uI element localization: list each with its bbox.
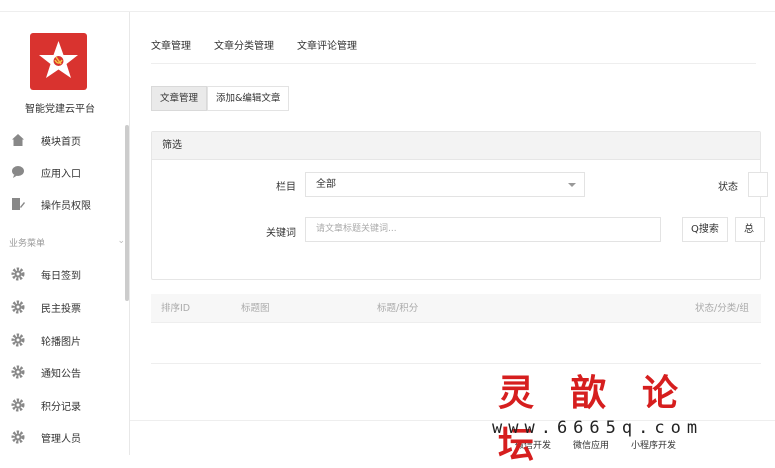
col-sort-id[interactable]: 排序ID	[161, 294, 190, 323]
sidebar-item-label: 积分记录	[41, 401, 81, 413]
section-business-menu[interactable]: 业务菜单 ⌄	[9, 236, 125, 249]
party-logo-icon	[30, 33, 87, 90]
sidebar-item-label: 民主投票	[41, 303, 81, 315]
chevron-down-icon	[568, 183, 576, 187]
sidebar-item-democratic-vote[interactable]: 民主投票	[0, 292, 125, 322]
tab-article-category-management[interactable]: 文章分类管理	[214, 36, 274, 63]
table-header: 排序ID 标题图 标题/积分 状态/分类/组	[151, 294, 761, 323]
gear-icon	[11, 365, 25, 379]
sidebar-item-points-log[interactable]: 积分记录	[0, 390, 125, 420]
subtab-add-edit-article[interactable]: 添加&编辑文章	[207, 86, 290, 111]
main-tabs: 文章管理 文章分类管理 文章评论管理	[151, 36, 756, 64]
column-label: 栏目	[276, 182, 296, 193]
gear-icon	[11, 398, 25, 412]
sidebar-item-label: 模块首页	[41, 136, 81, 148]
extra-button[interactable]: 总	[735, 217, 765, 242]
sidebar-item-daily-checkin[interactable]: 每日签到	[0, 259, 125, 289]
tab-article-comment-management[interactable]: 文章评论管理	[297, 36, 357, 63]
sidebar-item-home[interactable]: 模块首页	[0, 125, 125, 155]
search-button[interactable]: Q搜索	[682, 217, 728, 242]
user-edit-icon	[11, 197, 25, 211]
sub-tabs: 文章管理 添加&编辑文章	[151, 86, 290, 111]
sidebar-item-label: 应用入口	[41, 168, 81, 180]
gear-icon	[11, 430, 25, 444]
gear-icon	[11, 300, 25, 314]
status-label: 状态	[718, 182, 738, 193]
sidebar-item-managers[interactable]: 管理人员	[0, 422, 125, 452]
sidebar-item-label: 管理人员	[41, 433, 81, 445]
sidebar-item-app-entry[interactable]: 应用入口	[0, 157, 125, 187]
sidebar-item-carousel[interactable]: 轮播图片	[0, 325, 125, 355]
home-icon	[11, 133, 25, 147]
chat-icon	[11, 165, 25, 179]
sidebar-item-notices[interactable]: 通知公告	[0, 357, 125, 387]
tab-article-management[interactable]: 文章管理	[151, 36, 191, 63]
filter-title: 筛选	[152, 132, 760, 160]
column-select[interactable]: 全部	[305, 172, 585, 197]
chevron-down-icon: ⌄	[117, 236, 125, 246]
sidebar-item-label: 每日签到	[41, 270, 81, 282]
top-border	[0, 0, 775, 12]
brand-name: 智能党建云平台	[25, 104, 95, 115]
search-button-label: Q搜索	[691, 224, 719, 235]
gear-icon	[11, 333, 25, 347]
subtab-article-management[interactable]: 文章管理	[151, 86, 208, 111]
sidebar-scrollbar[interactable]	[125, 125, 129, 301]
gear-icon	[11, 267, 25, 281]
sidebar-item-label: 通知公告	[41, 368, 81, 380]
sidebar: 智能党建云平台 模块首页 应用入口 操作员权限 业务菜单 ⌄ 每日签到 民主投票…	[0, 12, 130, 455]
keyword-label: 关键词	[266, 228, 296, 239]
sidebar-item-label: 轮播图片	[41, 336, 81, 348]
col-title-points: 标题/积分	[377, 303, 419, 314]
watermark-text: 灵歆论坛	[498, 372, 715, 466]
sidebar-item-label: 操作员权限	[41, 200, 91, 212]
extra-button-label: 总	[744, 224, 754, 235]
section-title: 业务菜单	[9, 239, 46, 249]
col-title-image: 标题图	[241, 303, 270, 314]
keyword-input[interactable]: 请文章标题关键词...	[305, 217, 661, 242]
column-select-value: 全部	[316, 179, 336, 190]
status-select[interactable]	[748, 172, 768, 197]
col-status-category: 状态/分类/组	[695, 303, 749, 314]
keyword-placeholder: 请文章标题关键词...	[316, 224, 397, 234]
watermark-url: www.6665q.com	[492, 418, 704, 438]
sidebar-item-operator-permissions[interactable]: 操作员权限	[0, 189, 125, 219]
filter-panel: 筛选 栏目 全部 状态 关键词 请文章标题关键词... Q搜索 总	[151, 131, 768, 280]
